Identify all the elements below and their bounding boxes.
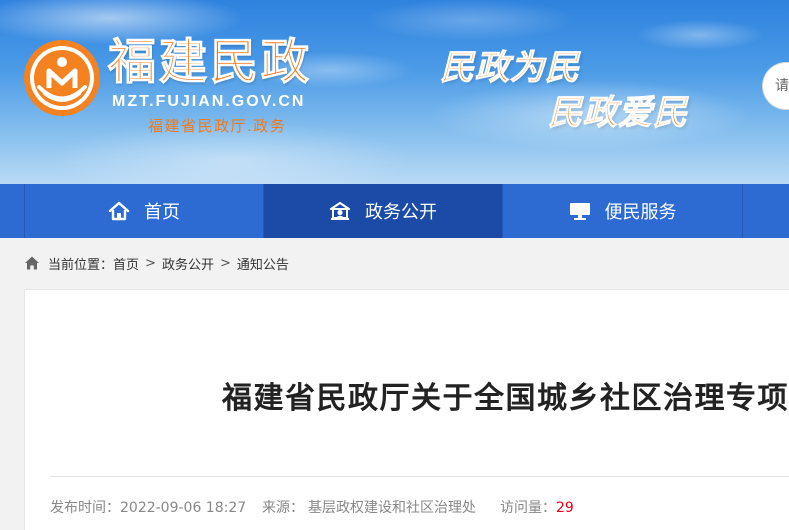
breadcrumb-separator: >	[145, 255, 156, 271]
breadcrumb: 当前位置： 首页 > 政务公开 > 通知公告	[24, 254, 289, 273]
home-icon	[24, 255, 40, 271]
site-subtitle: 福建省民政厅.政务	[148, 117, 287, 135]
main-nav: 首页 政务公开 便民服务	[0, 184, 789, 238]
nav-item-label: 首页	[144, 202, 180, 223]
site-header: 福建民政 MZT.FUJIAN.GOV.CN 福建省民政厅.政务 民政为民 民政…	[0, 0, 789, 184]
search-input[interactable]	[763, 63, 789, 109]
nav-item-label: 便民服务	[604, 202, 677, 223]
gov-affairs-icon	[329, 200, 351, 222]
home-icon	[108, 200, 130, 222]
search-box	[762, 62, 789, 110]
breadcrumb-item-notices[interactable]: 通知公告	[237, 254, 289, 273]
views-label: 访问量：	[500, 500, 556, 516]
breadcrumb-item-home[interactable]: 首页	[113, 254, 139, 273]
views-count: 29	[556, 500, 574, 516]
site-logo-link[interactable]: 福建民政 MZT.FUJIAN.GOV.CN 福建省民政厅.政务	[20, 30, 320, 140]
breadcrumb-separator: >	[219, 255, 231, 271]
article-panel: 福建省民政厅关于全国城乡社区治理专项 发布时间：2022-09-06 18:27…	[24, 289, 789, 530]
nav-item-home[interactable]: 首页	[24, 184, 263, 238]
article-title: 福建省民政厅关于全国城乡社区治理专项	[222, 381, 789, 416]
source-label: 来源：	[262, 500, 304, 516]
breadcrumb-item-gov-affairs[interactable]: 政务公开	[162, 254, 214, 273]
monitor-icon	[569, 200, 591, 222]
publish-time-value: 2022-09-06 18:27	[120, 500, 247, 516]
breadcrumb-prefix: 当前位置：	[48, 257, 114, 273]
nav-item-services[interactable]: 便民服务	[502, 184, 742, 238]
source-value: 基层政权建设和社区治理处	[308, 500, 476, 516]
site-domain: MZT.FUJIAN.GOV.CN	[112, 93, 306, 110]
article-publish-time: 发布时间：2022-09-06 18:27	[50, 498, 246, 518]
nav-item-gov-affairs[interactable]: 政务公开	[263, 184, 502, 238]
civil-affairs-emblem-icon	[22, 38, 102, 118]
slogan-text-2: 民政爱民	[548, 93, 688, 134]
slogan-text-1: 民政为民	[440, 48, 580, 89]
nav-divider	[742, 184, 743, 238]
publish-time-label: 发布时间：	[50, 500, 120, 516]
article-divider	[50, 476, 789, 477]
nav-item-label: 政务公开	[365, 202, 437, 223]
site-logo-title: 福建民政	[107, 34, 313, 91]
